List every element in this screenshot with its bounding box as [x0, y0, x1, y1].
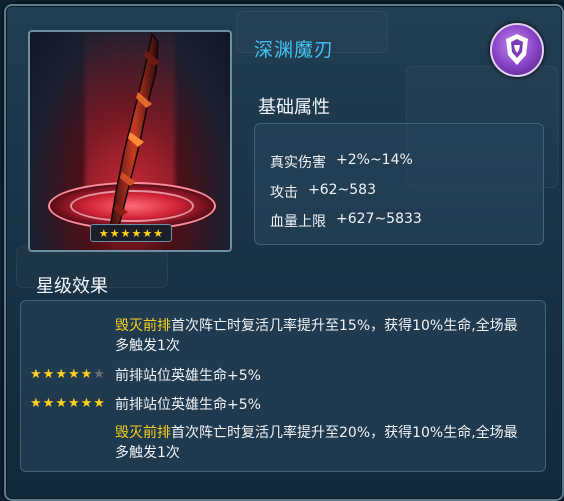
attribute-value: +627~5833 — [336, 211, 422, 227]
star-rating: ★ ★ ★ ★ ★ ★ — [90, 224, 172, 242]
star-icon: ★ — [93, 367, 105, 382]
star-icon: ★ — [153, 226, 164, 240]
star-icon: ★ — [131, 226, 142, 240]
weapon-portrait: ★ ★ ★ ★ ★ ★ — [28, 30, 232, 252]
attribute-row: 血量上限 +627~5833 — [270, 211, 422, 231]
effect-text: 首次阵亡时复活几率提升至15%，获得10%生命,全场最多触发1次 — [115, 318, 518, 354]
attribute-value: +2%~14% — [336, 152, 413, 168]
sword-icon — [109, 32, 160, 240]
star-icon: ★ — [42, 396, 55, 411]
effect-star-rating: ★ ★ ★ ★ ★ ★ — [30, 367, 105, 382]
attribute-label: 真实伤害 — [270, 155, 326, 171]
star-icon: ★ — [93, 396, 105, 411]
star-effect-item: 毁灭前排首次阵亡时复活几率提升至15%，获得10%生命,全场最多触发1次 — [115, 316, 530, 356]
shield-icon — [506, 34, 528, 65]
effect-highlight: 毁灭前排 — [115, 425, 171, 441]
star-icon: ★ — [80, 396, 93, 411]
attribute-value: +62~583 — [308, 182, 376, 198]
star-icon: ★ — [42, 367, 55, 382]
attribute-label: 攻击 — [270, 185, 298, 201]
star-icon: ★ — [55, 396, 67, 411]
star-icon: ★ — [30, 367, 42, 382]
star-icon: ★ — [142, 226, 153, 240]
star-icon: ★ — [98, 226, 109, 240]
star-icon: ★ — [55, 367, 67, 382]
star-icon: ★ — [109, 226, 120, 240]
star-icon: ★ — [67, 367, 80, 382]
effect-text: 前排站位英雄生命+5% — [115, 368, 261, 384]
attribute-label: 血量上限 — [270, 214, 326, 230]
star-icon: ★ — [80, 367, 93, 382]
effect-text: 首次阵亡时复活几率提升至20%，获得10%生命,全场最多触发1次 — [115, 425, 518, 461]
star-effect-item: 毁灭前排首次阵亡时复活几率提升至20%，获得10%生命,全场最多触发1次 — [115, 423, 530, 463]
basic-attributes-title: 基础属性 — [258, 97, 330, 118]
star-icon: ★ — [67, 396, 80, 411]
effect-highlight: 毁灭前排 — [115, 318, 171, 334]
purple-shield-emblem-icon[interactable] — [490, 23, 544, 77]
effect-text: 前排站位英雄生命+5% — [115, 397, 261, 413]
attribute-row: 攻击 +62~583 — [270, 182, 376, 202]
star-effects-title: 星级效果 — [36, 276, 108, 297]
star-icon: ★ — [120, 226, 131, 240]
star-effect-item: 前排站位英雄生命+5% — [115, 395, 530, 415]
weapon-name: 深渊魔刃 — [254, 39, 335, 61]
attribute-row: 真实伤害 +2%~14% — [270, 152, 413, 172]
star-effect-item: 前排站位英雄生命+5% — [115, 366, 530, 386]
star-icon: ★ — [30, 396, 42, 411]
effect-star-rating: ★ ★ ★ ★ ★ ★ — [30, 396, 105, 411]
